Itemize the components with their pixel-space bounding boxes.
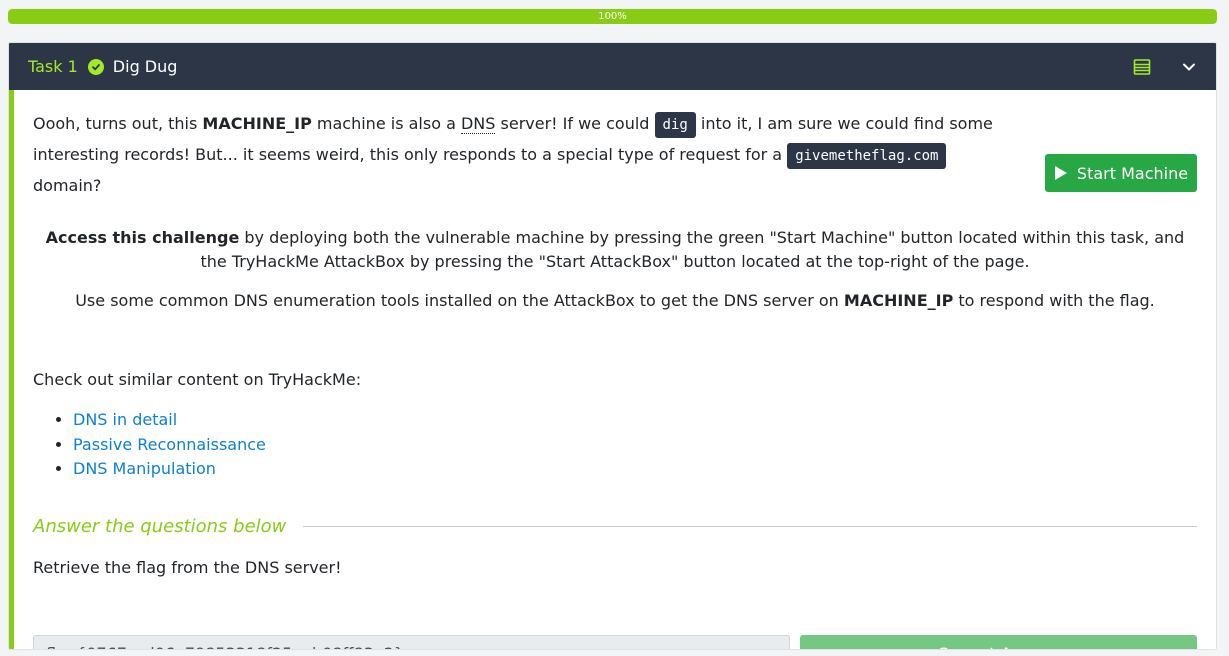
machine-ip-text-2: MACHINE_IP [843, 291, 954, 310]
dig-code: dig [654, 112, 696, 138]
machine-ip-text: MACHINE_IP [202, 114, 312, 133]
correct-answer-button[interactable]: Correct Answer [800, 635, 1197, 649]
task-header[interactable]: Task 1 Dig Dug [9, 43, 1216, 90]
link-dns-in-detail[interactable]: DNS in detail [73, 410, 177, 429]
check-circle-icon [87, 58, 104, 75]
task-intro-paragraph: Oooh, turns out, this MACHINE_IP machine… [33, 112, 993, 195]
list-item: DNS in detail [73, 408, 266, 433]
domain-code: givemetheflag.com [787, 143, 947, 169]
task-card: Task 1 Dig Dug Oooh, turns out, this MAC… [8, 42, 1217, 650]
dns-abbreviation: DNS [460, 114, 496, 134]
task-number: Task 1 [28, 57, 78, 76]
task-title: Dig Dug [112, 57, 178, 76]
heading-divider [303, 526, 1197, 527]
enumeration-instructions: Use some common DNS enumeration tools in… [75, 291, 1155, 310]
start-machine-label: Start Machine [1076, 163, 1189, 183]
similar-content-list: DNS in detail Passive Reconnaissance DNS… [53, 408, 266, 482]
access-instructions: Access this challenge by deploying both … [45, 228, 1185, 271]
similar-content-lead: Check out similar content on TryHackMe: [33, 370, 362, 389]
task-progress-bar: 100% [8, 9, 1217, 24]
play-icon [1054, 165, 1068, 181]
answer-input[interactable] [33, 635, 790, 649]
chevron-down-icon[interactable] [1181, 59, 1197, 75]
list-item: Passive Reconnaissance [73, 433, 266, 458]
notes-icon[interactable] [1133, 58, 1151, 76]
access-bold: Access this challenge [45, 228, 240, 247]
task-body: Oooh, turns out, this MACHINE_IP machine… [9, 90, 1216, 649]
list-item: DNS Manipulation [73, 457, 266, 482]
progress-fill: 100% [8, 9, 1217, 24]
answer-heading-text: Answer the questions below [33, 516, 287, 537]
start-machine-button[interactable]: Start Machine [1045, 154, 1197, 192]
question-text: Retrieve the flag from the DNS server! [33, 558, 342, 577]
link-passive-reconnaissance[interactable]: Passive Reconnaissance [73, 435, 266, 454]
answer-section-heading: Answer the questions below [33, 516, 1197, 537]
link-dns-manipulation[interactable]: DNS Manipulation [73, 459, 216, 478]
